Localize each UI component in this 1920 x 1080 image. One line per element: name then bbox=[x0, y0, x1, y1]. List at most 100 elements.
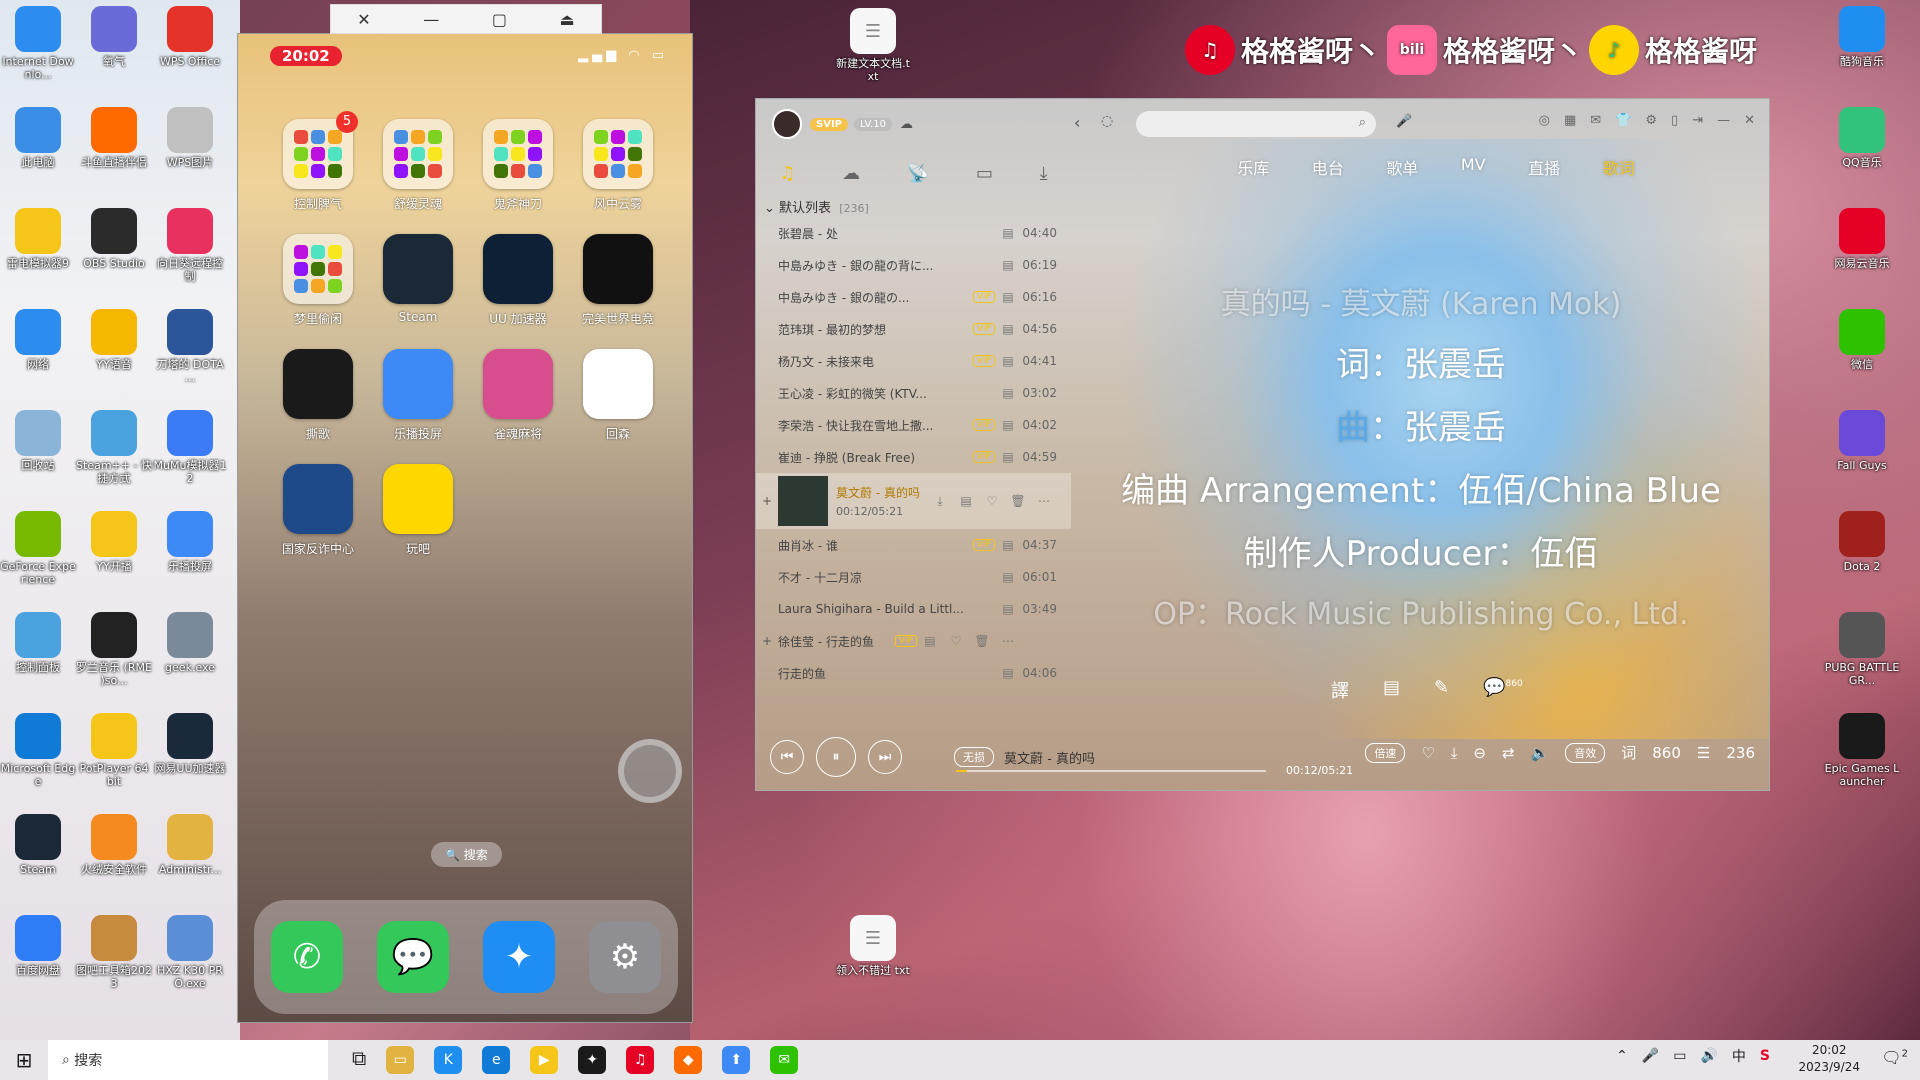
wechat-icon[interactable]: ✉ bbox=[770, 1046, 799, 1074]
taskbar-search-input[interactable]: ⌕ 搜索 bbox=[48, 1040, 328, 1080]
music-note-icon[interactable]: ♫ bbox=[779, 163, 795, 184]
effect-button[interactable]: 音效 bbox=[1565, 742, 1606, 763]
translate-icon[interactable]: 譯 bbox=[1331, 677, 1349, 703]
kugou-icon[interactable]: K bbox=[434, 1046, 463, 1074]
douyu-icon[interactable]: ◆ bbox=[674, 1046, 703, 1074]
desktop-icon[interactable]: Administr... bbox=[152, 814, 228, 876]
download-icon[interactable]: ⤓ bbox=[1451, 744, 1458, 762]
desktop-icon[interactable]: MuMu模拟器12 bbox=[152, 410, 228, 485]
safari-icon[interactable]: ✦ bbox=[483, 921, 555, 993]
tab-4[interactable]: 直播 bbox=[1528, 155, 1560, 179]
list-item[interactable]: Laura Shigihara - Build a Littl... ▤ 03:49 bbox=[756, 593, 1071, 625]
refresh-icon[interactable]: ◌ bbox=[1101, 113, 1113, 129]
avatar[interactable] bbox=[772, 109, 802, 139]
list-item[interactable]: 曲肖冰 - 谁 VIP ▤ 04:37 bbox=[756, 529, 1071, 561]
mv-icon[interactable]: ▤ bbox=[995, 290, 1021, 304]
desktop-icon[interactable]: 雷电模拟器9 bbox=[0, 208, 76, 270]
network-icon[interactable]: ▭ bbox=[1673, 1048, 1686, 1064]
desktop-icon[interactable]: Fall Guys bbox=[1824, 410, 1900, 472]
comment-count[interactable]: 860 bbox=[1652, 744, 1681, 762]
mic-icon[interactable]: 🎤 bbox=[1642, 1048, 1659, 1064]
phone-folder[interactable]: 风中云雾 bbox=[568, 119, 668, 212]
mv-icon[interactable]: ▤ bbox=[995, 322, 1021, 336]
list-item[interactable]: 范玮琪 - 最初的梦想 VIP ▤ 04:56 bbox=[756, 313, 1071, 345]
desktop-icon[interactable]: 斗鱼直播伴侣 bbox=[76, 107, 152, 169]
desktop-file-text-2[interactable]: ☰ 领入不错过 txt bbox=[835, 915, 911, 977]
volume-icon[interactable]: 🔊 bbox=[1700, 1048, 1717, 1064]
tab-1[interactable]: 电台 bbox=[1312, 155, 1344, 179]
gear-icon[interactable]: ⚙ bbox=[1645, 113, 1657, 128]
list-item[interactable]: 李荣浩 - 快让我在雪地上撒... VIP ▤ 04:02 bbox=[756, 409, 1071, 441]
desktop-icon[interactable]: PUBG BATTLEGR... bbox=[1824, 612, 1900, 687]
progress-bar[interactable] bbox=[956, 770, 1266, 772]
notification-icon[interactable]: 🗨2 bbox=[1881, 1048, 1908, 1067]
desktop-icon[interactable]: WPS Office bbox=[152, 6, 228, 68]
mv-icon[interactable]: ▤ bbox=[995, 354, 1021, 368]
minimize-icon[interactable]: — bbox=[1717, 113, 1730, 128]
desktop-icon[interactable]: 网络 bbox=[0, 309, 76, 371]
desktop-icon[interactable]: 乐播投屏 bbox=[152, 511, 228, 573]
phone-app[interactable]: 回森 bbox=[568, 349, 668, 442]
minimize-icon[interactable]: — bbox=[423, 10, 439, 29]
heart-icon[interactable]: ♡ bbox=[979, 494, 1005, 508]
list-item[interactable]: 不才 - 十二月凉 ▤ 06:01 bbox=[756, 561, 1071, 593]
more-icon[interactable]: ⋯ bbox=[995, 634, 1021, 648]
phone-emulator-window[interactable]: 20:02 ▂▄▆ ◠ ▭ 5 控制脾气 舒缓灵魂 鬼斧神刀 风中云雾 梦里偷闲 Steam… bbox=[237, 33, 693, 1023]
tab-3[interactable]: MV bbox=[1461, 155, 1486, 179]
mv-icon[interactable]: ▤ bbox=[995, 386, 1021, 400]
repeat-icon[interactable]: ⇄ bbox=[1502, 744, 1515, 762]
grid-icon[interactable]: ▦ bbox=[1564, 113, 1576, 128]
trash-icon[interactable]: 🗑 bbox=[969, 634, 995, 648]
mv-icon[interactable]: ▤ bbox=[995, 450, 1021, 464]
list-item[interactable]: 行走的鱼 ▤ 04:06 bbox=[756, 657, 1071, 689]
phone-app[interactable]: Steam bbox=[368, 234, 468, 327]
mv-icon[interactable]: ▤ bbox=[995, 570, 1021, 584]
phone-folder[interactable]: 梦里偷闲 bbox=[268, 234, 368, 327]
assistive-touch-button[interactable] bbox=[618, 739, 682, 803]
list-item[interactable]: 张碧晨 - 处 ▤ 04:40 bbox=[756, 217, 1071, 249]
heart-icon[interactable]: ♡ bbox=[1421, 744, 1434, 762]
desktop-icon[interactable]: OBS Studio bbox=[76, 208, 152, 270]
desktop-icon[interactable]: Dota 2 bbox=[1824, 511, 1900, 573]
mv-icon[interactable]: ▤ bbox=[995, 226, 1021, 240]
heart-icon[interactable]: ♡ bbox=[943, 634, 969, 648]
phone-icon[interactable]: ✆ bbox=[271, 921, 343, 993]
trash-icon[interactable]: 🗑 bbox=[1005, 494, 1031, 508]
desktop-icon[interactable]: 此电脑 bbox=[0, 107, 76, 169]
tray-icon[interactable]: ⇥ bbox=[1692, 113, 1703, 128]
mv-icon[interactable]: ▤ bbox=[995, 666, 1021, 680]
desktop-icon[interactable]: 图吧工具箱2023 bbox=[76, 915, 152, 990]
speed-button[interactable]: 倍速 bbox=[1365, 742, 1406, 763]
task-view-icon[interactable]: ⧉ bbox=[352, 1046, 366, 1074]
close-icon[interactable]: ✕ bbox=[1744, 113, 1755, 128]
previous-icon[interactable]: ⏮ bbox=[770, 740, 804, 774]
download-icon[interactable]: ⤓ bbox=[1040, 163, 1048, 184]
tab-0[interactable]: 乐库 bbox=[1237, 155, 1269, 179]
mv-icon[interactable]: ▤ bbox=[995, 418, 1021, 432]
list-item[interactable]: 崔迪 - 挣脱 (Break Free) VIP ▤ 04:59 bbox=[756, 441, 1071, 473]
save-icon[interactable]: ▤ bbox=[1383, 677, 1400, 703]
sogou-icon[interactable]: S bbox=[1760, 1048, 1770, 1064]
potplayer-icon[interactable]: ▶ bbox=[530, 1046, 559, 1074]
phone-folder[interactable]: 5 控制脾气 bbox=[268, 111, 368, 212]
skin-icon[interactable]: 👕 bbox=[1615, 113, 1631, 128]
rme-icon[interactable]: ✦ bbox=[578, 1046, 607, 1074]
desktop-icon[interactable]: 微信 bbox=[1824, 309, 1900, 371]
tab-5[interactable]: 歌词 bbox=[1603, 155, 1635, 179]
edge-icon[interactable]: e bbox=[482, 1046, 511, 1074]
back-icon[interactable]: ‹ bbox=[1074, 113, 1080, 132]
messages-icon[interactable]: 💬 bbox=[377, 921, 449, 993]
desktop-icon[interactable]: YY语音 bbox=[76, 309, 152, 371]
playlist-icon[interactable]: ☰ bbox=[1697, 744, 1710, 762]
netease-music-icon[interactable]: ♫ bbox=[626, 1046, 655, 1074]
desktop-icon[interactable]: QQ音乐 bbox=[1824, 107, 1900, 169]
desktop-icon[interactable]: Steam bbox=[0, 814, 76, 876]
cloud-icon[interactable]: ☁ bbox=[842, 163, 860, 184]
mv-icon[interactable]: ▤ bbox=[995, 258, 1021, 272]
list-item[interactable]: 杨乃文 - 未接来电 VIP ▤ 04:41 bbox=[756, 345, 1071, 377]
close-icon[interactable]: ✕ bbox=[357, 10, 370, 29]
desktop-icon[interactable]: 百度网盘 bbox=[0, 915, 76, 977]
phone-app[interactable]: 撕歌 bbox=[268, 349, 368, 442]
desktop-icon[interactable]: Internet Downlo... bbox=[0, 6, 76, 81]
desktop-icon[interactable]: WPS图片 bbox=[152, 107, 228, 169]
